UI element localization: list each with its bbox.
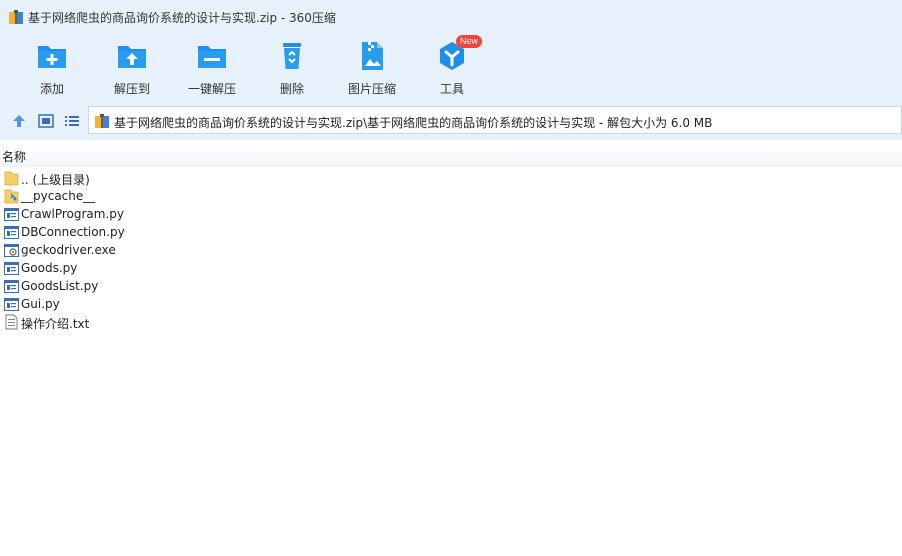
path-text: 基于网络爬虫的商品询价系统的设计与实现.zip\基于网络爬虫的商品询价系统的设计… (114, 116, 713, 130)
file-name: DBConnection.py (21, 225, 125, 239)
add-label: 添加 (39, 82, 64, 96)
py-file-icon (4, 226, 19, 239)
list-item-crawlprogram[interactable]: CrawlProgram.py (0, 205, 902, 223)
archive-app-icon (9, 10, 23, 24)
tools-button[interactable]: New 工具 (416, 35, 488, 98)
list-item-geckodriver[interactable]: geckodriver.exe (0, 241, 902, 259)
extract-to-button[interactable]: 解压到 (96, 38, 168, 98)
navigation-bar: 基于网络爬虫的商品询价系统的设计与实现.zip\基于网络爬虫的商品询价系统的设计… (0, 100, 902, 140)
file-name: __pycache__ (21, 189, 96, 203)
file-name: geckodriver.exe (21, 243, 116, 257)
up-arrow-icon[interactable] (11, 113, 27, 129)
thumbnail-view-icon[interactable] (38, 113, 54, 129)
file-name: Gui.py (21, 297, 60, 311)
column-header-label: 名称 (2, 150, 27, 164)
exe-file-icon (4, 244, 19, 257)
column-header-name[interactable]: 名称 (0, 141, 902, 167)
list-view-icon[interactable] (64, 113, 80, 129)
recycle-bin-icon (283, 43, 301, 69)
image-compress-button[interactable]: 图片压缩 (336, 38, 408, 98)
file-name: 操作介绍.txt (21, 317, 90, 331)
folder-icon (4, 171, 19, 186)
image-compress-label: 图片压缩 (347, 82, 396, 96)
one-click-extract-button[interactable]: 一键解压 (176, 38, 248, 98)
list-item-readme-txt[interactable]: 操作介绍.txt (0, 313, 902, 331)
file-name: CrawlProgram.py (21, 207, 124, 221)
py-file-icon (4, 280, 19, 293)
window-title: 基于网络爬虫的商品询价系统的设计与实现.zip - 360压缩 (28, 11, 336, 25)
list-item-goodslist[interactable]: GoodsList.py (0, 277, 902, 295)
list-item-gui[interactable]: Gui.py (0, 295, 902, 313)
list-item-pycache[interactable]: __pycache__ (0, 187, 902, 205)
special-folder-icon (4, 189, 19, 204)
delete-label: 删除 (279, 82, 304, 96)
py-file-icon (4, 262, 19, 275)
file-name: .. (上级目录) (21, 173, 90, 187)
one-click-extract-label: 一键解压 (187, 82, 236, 96)
delete-button[interactable]: 删除 (256, 38, 328, 98)
list-item-dbconnection[interactable]: DBConnection.py (0, 223, 902, 241)
list-item-parent-directory[interactable]: .. (上级目录) (0, 169, 902, 187)
list-item-goods[interactable]: Goods.py (0, 259, 902, 277)
text-file-icon (5, 314, 18, 330)
zip-archive-icon (95, 114, 109, 128)
one-click-extract-icon (198, 46, 226, 68)
file-list: .. (上级目录) __pycache__ CrawlProgram.py DB… (0, 169, 902, 331)
file-name: GoodsList.py (21, 279, 99, 293)
add-button[interactable]: 添加 (16, 38, 88, 98)
extract-to-icon (118, 46, 146, 68)
path-input[interactable]: 基于网络爬虫的商品询价系统的设计与实现.zip\基于网络爬虫的商品询价系统的设计… (88, 106, 902, 134)
extract-to-label: 解压到 (113, 82, 150, 96)
title-bar: 基于网络爬虫的商品询价系统的设计与实现.zip - 360压缩 (0, 0, 902, 34)
file-name: Goods.py (21, 261, 78, 275)
tools-label: 工具 (439, 82, 464, 96)
py-file-icon (4, 208, 19, 221)
py-file-icon (4, 298, 19, 311)
image-compress-icon (362, 42, 383, 70)
new-badge: New (456, 35, 483, 48)
add-icon (38, 46, 66, 68)
main-toolbar: 添加 解压到 一键解压 删除 图片压缩 New 工具 (0, 34, 902, 100)
